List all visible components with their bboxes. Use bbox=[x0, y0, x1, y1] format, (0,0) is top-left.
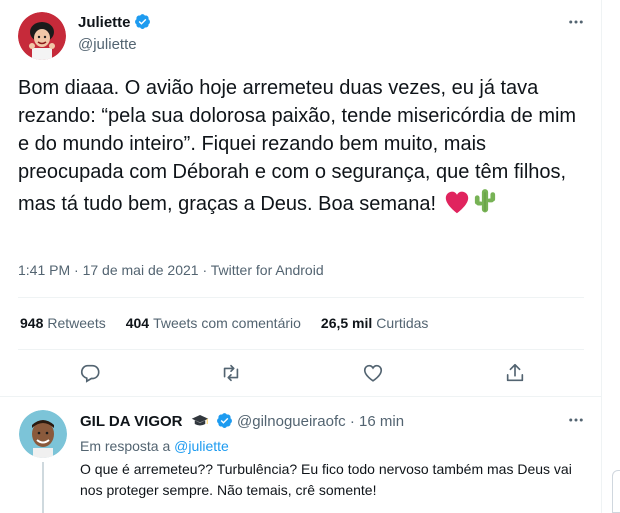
reply-author-line: GIL DA VIGOR @gilnogueiraofc · 16 min bbox=[80, 412, 404, 433]
reply-separator: · bbox=[349, 413, 355, 430]
reply-to-prefix: Em resposta a bbox=[80, 438, 171, 454]
tweet-text: Bom diaaa. O avião hoje arremeteu duas v… bbox=[18, 74, 588, 222]
verified-badge-icon bbox=[134, 13, 151, 35]
tweet-actions bbox=[0, 358, 602, 388]
quotes-stat[interactable]: 404 Tweets com comentário bbox=[126, 315, 301, 331]
verified-badge-icon bbox=[216, 412, 233, 433]
likes-label: Curtidas bbox=[376, 315, 429, 331]
reply-text: O que é arremeteu?? Turbulência? Eu fico… bbox=[80, 461, 572, 498]
retweet-icon[interactable] bbox=[216, 358, 246, 388]
floating-panel-edge bbox=[612, 470, 620, 513]
tweet-detail: Juliette @juliette Bom diaaa. O avião ho… bbox=[0, 0, 602, 513]
reply-author-handle[interactable]: @gilnogueiraofc bbox=[237, 413, 346, 430]
reply-author-avatar[interactable] bbox=[19, 410, 67, 458]
divider bbox=[18, 297, 584, 298]
author-name-line[interactable]: Juliette bbox=[78, 13, 151, 35]
tweet-stats: 948 Retweets 404 Tweets com comentário 26,… bbox=[20, 315, 428, 331]
divider bbox=[18, 349, 584, 350]
thread-line bbox=[42, 462, 44, 513]
reply-time[interactable]: 16 min bbox=[359, 413, 404, 430]
reply-icon[interactable] bbox=[75, 358, 105, 388]
reply-avatar-image bbox=[19, 410, 67, 458]
tweet-source[interactable]: Twitter for Android bbox=[211, 262, 324, 278]
reply-to-handle-link[interactable]: @juliette bbox=[174, 438, 229, 454]
author-avatar[interactable] bbox=[18, 12, 66, 60]
reply-tweet[interactable]: GIL DA VIGOR @gilnogueiraofc · 16 min Em… bbox=[0, 400, 602, 513]
tweet-time[interactable]: 1:41 PM bbox=[18, 262, 70, 278]
share-icon[interactable] bbox=[500, 358, 530, 388]
red-heart-icon bbox=[444, 190, 470, 222]
author-handle[interactable]: @juliette bbox=[78, 36, 137, 53]
tweet-meta: 1:41 PM · 17 de mai de 2021 · Twitter fo… bbox=[18, 262, 324, 278]
meta-separator: · bbox=[74, 262, 79, 278]
author-name[interactable]: Juliette bbox=[78, 14, 131, 31]
tweet-date[interactable]: 17 de mai de 2021 bbox=[83, 262, 199, 278]
quotes-label: Tweets com comentário bbox=[153, 315, 301, 331]
quotes-count: 404 bbox=[125, 315, 150, 331]
like-icon[interactable] bbox=[358, 358, 388, 388]
reply-author-name[interactable]: GIL DA VIGOR bbox=[80, 413, 183, 430]
retweets-count: 948 bbox=[20, 315, 44, 331]
divider bbox=[0, 396, 602, 397]
reply-more-options-icon[interactable] bbox=[561, 405, 591, 435]
cactus-icon bbox=[472, 186, 498, 222]
author-avatar-image bbox=[18, 12, 66, 60]
meta-separator: · bbox=[202, 262, 208, 278]
likes-count: 26,5 mil bbox=[320, 315, 373, 331]
graduation-cap-icon bbox=[191, 413, 209, 433]
retweets-stat[interactable]: 948 Retweets bbox=[20, 315, 106, 331]
more-options-icon[interactable] bbox=[561, 7, 591, 37]
retweets-label: Retweets bbox=[47, 315, 106, 331]
likes-stat[interactable]: 26,5 mil Curtidas bbox=[321, 315, 429, 331]
reply-context: Em resposta a @juliette bbox=[80, 438, 229, 454]
